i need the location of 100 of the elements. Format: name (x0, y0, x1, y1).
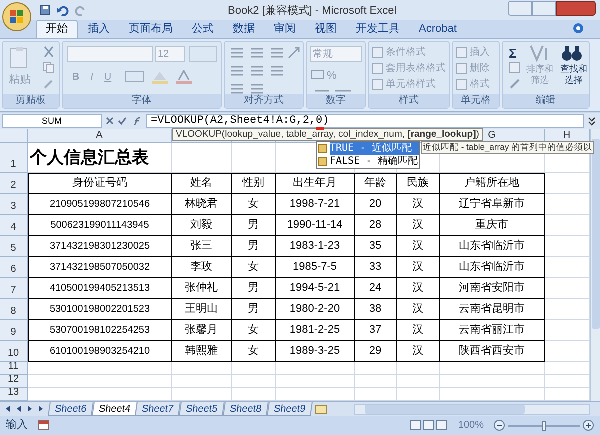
table-cell-text: 1985-7-5 (292, 260, 338, 275)
table-cell-text: 汉 (412, 196, 424, 212)
table-cell-text: 云南省昆明市 (459, 302, 525, 317)
ribbon-tab[interactable]: Acrobat (410, 20, 466, 38)
ribbon-tab[interactable]: 数据 (224, 20, 264, 38)
zoom-out-icon[interactable] (494, 420, 505, 431)
ribbon-tab[interactable]: 公式 (183, 20, 223, 38)
row-header[interactable]: 4 (0, 215, 28, 236)
column-heading: 年龄 (364, 176, 386, 192)
vertical-scrollbar[interactable] (590, 129, 600, 401)
ribbon-tab[interactable]: 开始 (36, 20, 78, 38)
table-cell-text: 山东省临沂市 (459, 260, 525, 275)
table-cell-text: 女 (248, 344, 259, 359)
table-cell-text: 张仲礼 (185, 280, 218, 296)
table-cell-text: 1981-2-25 (290, 322, 340, 338)
column-heading: 出生年月 (293, 176, 337, 192)
sheet-tab[interactable]: Sheet4 (92, 402, 138, 416)
table-cell-text: 38 (369, 302, 382, 317)
binoculars-icon[interactable] (561, 44, 583, 62)
column-heading: 性别 (242, 176, 264, 192)
table-cell-text: 210905199807210546 (50, 198, 150, 212)
next-sheet-icon[interactable] (26, 405, 34, 413)
group-label: 单元格 (453, 94, 499, 108)
table-cell-text: 24 (369, 280, 382, 296)
grid-cell (232, 362, 276, 375)
table-cell-text: 汉 (412, 302, 424, 317)
sheet-tab[interactable]: Sheet8 (222, 402, 268, 416)
grid-cell (172, 375, 232, 388)
function-icon[interactable] (132, 116, 142, 126)
scroll-thumb[interactable] (592, 139, 600, 329)
row-header[interactable]: 8 (0, 299, 28, 320)
table-cell-text: 20 (369, 196, 382, 212)
row-header[interactable]: 3 (0, 194, 28, 215)
ribbon-tab[interactable]: 开发工具 (347, 20, 409, 38)
column-heading: 身份证号码 (72, 176, 128, 192)
table-cell-text: 汉 (412, 238, 424, 254)
close-button[interactable] (556, 1, 596, 16)
save-icon[interactable] (40, 4, 51, 16)
maximize-button[interactable] (532, 1, 556, 16)
normal-view-icon[interactable] (410, 420, 422, 431)
row-header[interactable]: 13 (0, 388, 28, 401)
table-cell-text: 1980-2-20 (290, 302, 340, 317)
row-header[interactable]: 6 (0, 257, 28, 278)
autocomplete-hint: 近似匹配 - table_array 的首列中的值必须以 (421, 141, 594, 154)
sheet-tab[interactable]: Sheet7 (135, 402, 182, 416)
previous-sheet-icon[interactable] (15, 405, 23, 413)
horizontal-scrollbar[interactable] (354, 404, 590, 414)
ribbon-tab[interactable]: 视图 (306, 20, 346, 38)
find-select-button[interactable]: 查找和选择 (557, 64, 591, 86)
help-icon[interactable] (573, 23, 584, 34)
error-marker (316, 127, 324, 130)
fill-icon[interactable] (509, 62, 521, 74)
table-cell-text: 辽宁省阜新市 (459, 196, 525, 212)
zoom-in-icon[interactable] (583, 420, 594, 431)
scroll-thumb[interactable] (365, 404, 525, 414)
insert-sheet-icon[interactable] (315, 404, 330, 414)
column-header[interactable]: A (28, 129, 172, 143)
autocomplete-item[interactable]: FALSE - 精确匹配 (330, 155, 419, 168)
table-cell-text: 李玫 (190, 260, 212, 275)
autosum-button[interactable]: Σ (509, 44, 517, 64)
page-break-icon[interactable] (436, 420, 448, 431)
ribbon-tab[interactable]: 页面布局 (120, 20, 182, 38)
row-header[interactable]: 1 (0, 143, 28, 173)
first-sheet-icon[interactable] (4, 405, 12, 413)
ribbon-tab[interactable]: 插入 (79, 20, 119, 38)
row-header[interactable]: 7 (0, 278, 28, 299)
row-header[interactable]: 9 (0, 320, 28, 341)
undo-icon[interactable] (57, 4, 69, 16)
status-mode: 输入 (6, 418, 28, 434)
last-sheet-icon[interactable] (37, 405, 45, 413)
row-header[interactable]: 5 (0, 236, 28, 257)
sheet-tab[interactable]: Sheet9 (266, 402, 312, 416)
minimize-button[interactable] (508, 1, 532, 16)
autocomplete-item[interactable]: TRUE - 近似匹配 (330, 142, 419, 155)
eraser-icon[interactable] (509, 78, 521, 90)
ribbon-tab[interactable]: 审阅 (265, 20, 305, 38)
row-header[interactable]: 2 (0, 173, 28, 194)
row-header[interactable]: 10 (0, 341, 28, 362)
sheet-tab[interactable]: Sheet5 (179, 402, 225, 416)
row-header[interactable]: 11 (0, 362, 28, 375)
sheet-tab[interactable]: Sheet6 (48, 402, 94, 416)
name-box[interactable]: SUM (2, 114, 102, 128)
formula-field[interactable]: =VLOOKUP(A2,Sheet4!A:G,2,0) (146, 114, 584, 128)
table-cell-text: 陕西省西安市 (459, 344, 525, 359)
zoom-thumb[interactable] (542, 420, 546, 430)
cancel-icon[interactable] (106, 117, 114, 125)
zoom-level: 100% (458, 419, 484, 433)
enter-icon[interactable] (118, 117, 128, 125)
select-all-button[interactable] (0, 129, 28, 143)
page-layout-icon[interactable] (423, 420, 436, 431)
table-cell-text: 1998-7-21 (290, 196, 340, 212)
window-title: Book2 [兼容模式] - Microsoft Excel (228, 4, 397, 19)
expand-icon[interactable] (586, 115, 598, 127)
macro-record-icon[interactable] (38, 420, 50, 431)
column-heading: 户籍所在地 (464, 176, 520, 192)
row-header[interactable]: 12 (0, 375, 28, 388)
table-cell-text: 610100198903254210 (50, 344, 150, 358)
redo-icon[interactable] (75, 4, 87, 16)
group-label: 字体 (63, 94, 221, 108)
table-cell-text: 530700198102254253 (50, 324, 150, 338)
